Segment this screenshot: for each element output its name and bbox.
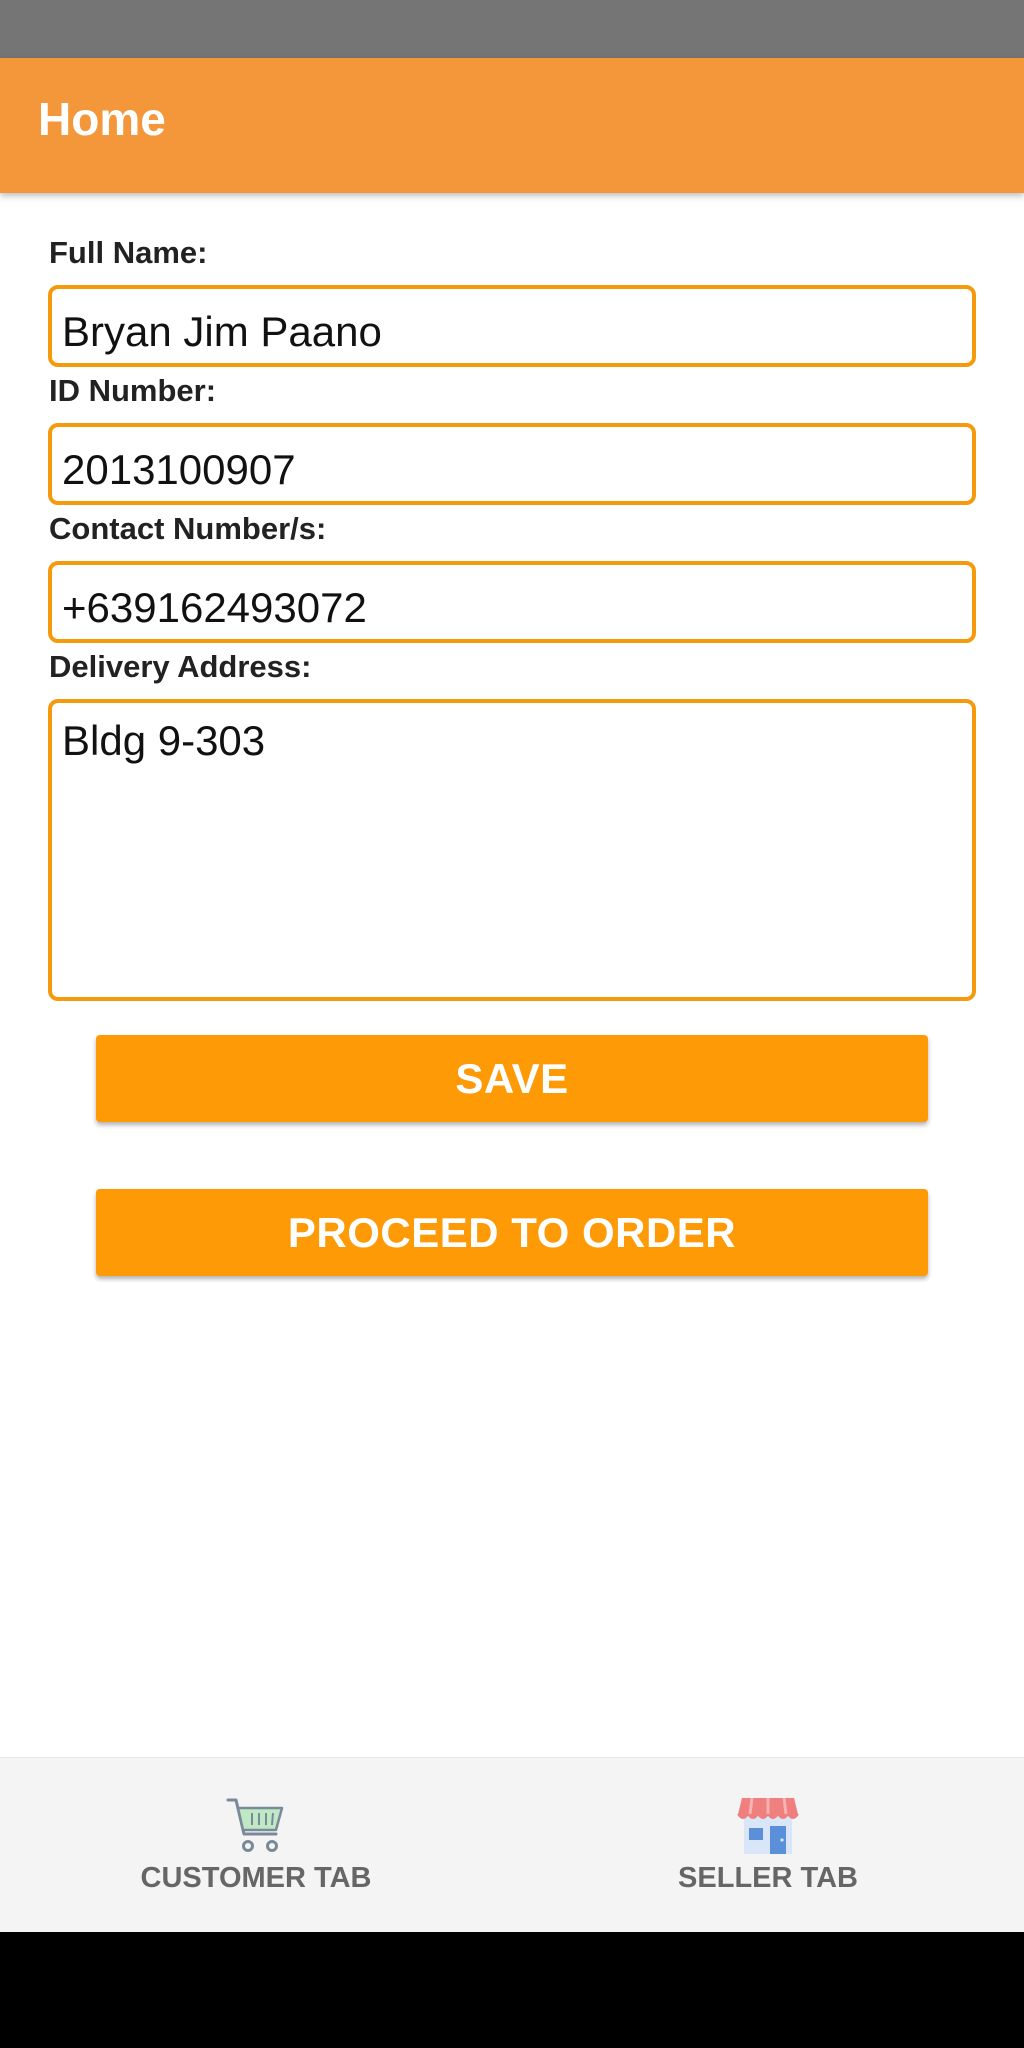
contact-number-label: Contact Number/s: xyxy=(49,511,327,546)
full-name-input[interactable] xyxy=(48,285,976,367)
app-bar: Home xyxy=(0,58,1024,193)
id-number-input[interactable] xyxy=(48,423,976,505)
seller-tab[interactable]: SELLER TAB xyxy=(512,1758,1024,1933)
customer-tab-label: CUSTOMER TAB xyxy=(140,1862,372,1894)
customer-tab[interactable]: CUSTOMER TAB xyxy=(0,1758,512,1933)
full-name-label: Full Name: xyxy=(49,235,208,270)
delivery-address-input[interactable]: Bldg 9-303 xyxy=(48,699,976,1001)
page-title: Home xyxy=(38,93,166,145)
status-bar xyxy=(0,0,1024,58)
delivery-address-label: Delivery Address: xyxy=(49,649,312,684)
id-number-label: ID Number: xyxy=(49,373,217,408)
proceed-to-order-button[interactable]: PROCEED TO ORDER xyxy=(96,1189,928,1276)
shopping-cart-icon xyxy=(226,1798,284,1852)
contact-number-input[interactable] xyxy=(48,561,976,643)
seller-tab-label: SELLER TAB xyxy=(678,1862,858,1894)
system-navigation-bar xyxy=(0,1932,1024,2048)
save-button[interactable]: SAVE xyxy=(96,1035,928,1122)
storefront-icon xyxy=(737,1797,799,1854)
bottom-navigation: CUSTOMER TAB SELLER TAB xyxy=(0,1757,1024,1933)
